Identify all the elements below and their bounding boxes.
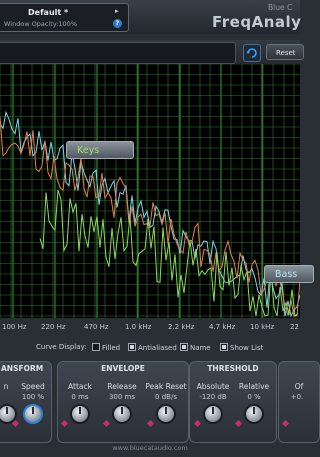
keys-curve-label[interactable]: Keys bbox=[66, 141, 134, 159]
release-automation-icon[interactable] bbox=[102, 419, 111, 428]
bass-curve-label[interactable]: Bass bbox=[264, 265, 314, 283]
antialiased-label: Antialiased bbox=[138, 344, 177, 352]
threshold-title: THRESHOLD bbox=[207, 364, 259, 373]
offset-automation-icon[interactable] bbox=[281, 419, 290, 428]
freq-tick-22k: 22 bbox=[290, 323, 299, 331]
curve-display-label: Curve Display: bbox=[36, 343, 87, 351]
attack-value: 0 ms bbox=[71, 393, 89, 401]
peak-reset-knob[interactable] bbox=[156, 404, 176, 424]
absolute-value: -120 dB bbox=[199, 393, 227, 401]
transform-control-label: n bbox=[3, 382, 9, 391]
attack-automation-icon[interactable] bbox=[60, 419, 69, 428]
play-arrow-icon[interactable]: ▸ bbox=[115, 7, 119, 15]
release-value: 300 ms bbox=[108, 393, 136, 401]
curve-selector-field[interactable] bbox=[0, 42, 236, 64]
automation-icon[interactable] bbox=[11, 419, 20, 428]
antialiased-checkbox[interactable] bbox=[128, 343, 136, 351]
freq-tick-100: 100 Hz bbox=[2, 323, 27, 331]
envelope-panel: ENVELOPE Attack 0 ms Release 300 ms Peak… bbox=[57, 361, 189, 443]
attack-knob[interactable] bbox=[70, 404, 90, 424]
name-checkbox[interactable] bbox=[180, 343, 188, 351]
offset-panel: Of +0. bbox=[278, 361, 320, 443]
name-label: Name bbox=[190, 344, 211, 352]
absolute-knob[interactable] bbox=[203, 404, 223, 424]
peak-reset-label: Peak Reset bbox=[145, 382, 187, 391]
brand-product: FreqAnaly bbox=[212, 13, 302, 31]
freq-tick-2k2: 2.2 kHz bbox=[168, 323, 195, 331]
freq-tick-1k: 1.0 kHz bbox=[125, 323, 152, 331]
relative-value: 0 % bbox=[247, 393, 261, 401]
brand-company: Blue C bbox=[268, 3, 293, 12]
freq-tick-10k: 10 kHz bbox=[250, 323, 275, 331]
footer-url[interactable]: www.bluecataudio.com bbox=[0, 444, 300, 452]
speed-knob[interactable] bbox=[23, 404, 43, 424]
transform-title: ANSFORM bbox=[1, 364, 44, 373]
show-list-label: Show List bbox=[230, 344, 264, 352]
filled-label: Filled bbox=[102, 344, 121, 352]
peak-reset-value: 0 dB/s bbox=[155, 393, 177, 401]
show-list-option[interactable]: Show List bbox=[220, 343, 263, 352]
preset-name: Default * bbox=[28, 8, 69, 17]
absolute-label: Absolute bbox=[196, 382, 230, 391]
name-option[interactable]: Name bbox=[180, 343, 211, 352]
release-knob[interactable] bbox=[112, 404, 132, 424]
reset-button[interactable]: Reset bbox=[266, 44, 304, 60]
freq-tick-220: 220 Hz bbox=[41, 323, 66, 331]
attack-label: Attack bbox=[68, 382, 92, 391]
preset-selector[interactable]: Default * ▸ Window Opacity:100% ? bbox=[0, 3, 129, 32]
offset-label: Of bbox=[294, 382, 304, 391]
absolute-automation-icon[interactable] bbox=[193, 419, 202, 428]
envelope-title: ENVELOPE bbox=[101, 364, 145, 373]
peak-reset-automation-icon[interactable] bbox=[146, 419, 155, 428]
relative-knob[interactable] bbox=[244, 404, 264, 424]
filled-option[interactable]: Filled bbox=[92, 343, 120, 352]
transform-panel: ANSFORM n Speed 100 % bbox=[0, 361, 52, 443]
relative-label: Relative bbox=[238, 382, 270, 391]
relative-automation-icon[interactable] bbox=[234, 419, 243, 428]
refresh-icon[interactable] bbox=[243, 44, 261, 62]
freq-tick-470: 470 Hz bbox=[84, 323, 109, 331]
show-list-checkbox[interactable] bbox=[220, 343, 228, 351]
filled-checkbox[interactable] bbox=[92, 343, 100, 351]
offset-value: +0. bbox=[290, 393, 304, 401]
antialiased-option[interactable]: Antialiased bbox=[128, 343, 177, 352]
speed-label: Speed bbox=[21, 382, 45, 391]
curve-display-row: Curve Display: Filled Antialiased Name S… bbox=[0, 343, 300, 355]
release-label: Release bbox=[107, 382, 137, 391]
threshold-panel: THRESHOLD Absolute -120 dB Relative 0 % bbox=[189, 361, 277, 443]
spectrum-graph[interactable] bbox=[0, 64, 300, 318]
help-icon[interactable]: ? bbox=[113, 19, 122, 28]
freq-tick-4k7: 4.7 kHz bbox=[209, 323, 236, 331]
window-opacity-label[interactable]: Window Opacity:100% bbox=[4, 20, 77, 28]
spectrum-plot bbox=[0, 64, 300, 318]
speed-value: 100 % bbox=[21, 393, 45, 401]
